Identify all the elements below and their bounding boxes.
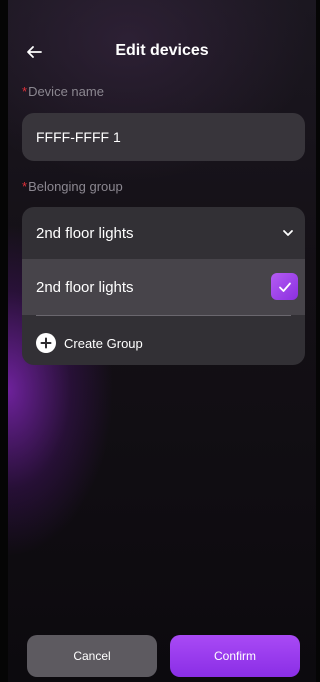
device-name-value: FFFF-FFFF 1 xyxy=(36,129,121,145)
divider xyxy=(36,315,291,316)
confirm-button[interactable]: Confirm xyxy=(170,635,300,677)
edit-devices-screen: Edit devices *Device name FFFF-FFFF 1 *B… xyxy=(8,0,316,682)
belonging-group-label: *Belonging group xyxy=(22,179,123,194)
group-option-label: 2nd floor lights xyxy=(36,278,134,296)
chevron-down-icon xyxy=(281,226,295,240)
group-dropdown: 2nd floor lights 2nd floor lights Create… xyxy=(22,207,305,365)
device-name-input[interactable]: FFFF-FFFF 1 xyxy=(22,113,305,161)
belonging-group-label-text: Belonging group xyxy=(28,179,123,194)
cancel-button[interactable]: Cancel xyxy=(27,635,157,677)
plus-icon xyxy=(36,333,56,353)
required-mark: * xyxy=(22,179,28,194)
group-selected-value: 2nd floor lights xyxy=(36,224,134,242)
device-name-label-text: Device name xyxy=(28,84,104,99)
device-name-label: *Device name xyxy=(22,84,104,99)
checkbox-checked-icon[interactable] xyxy=(271,273,298,300)
create-group-button[interactable]: Create Group xyxy=(36,329,143,357)
required-mark: * xyxy=(22,84,28,99)
page-title: Edit devices xyxy=(115,42,209,59)
group-select[interactable]: 2nd floor lights xyxy=(22,207,305,259)
group-option[interactable]: 2nd floor lights xyxy=(22,259,305,315)
create-group-label: Create Group xyxy=(64,335,143,351)
top-bar: Edit devices xyxy=(8,34,316,70)
